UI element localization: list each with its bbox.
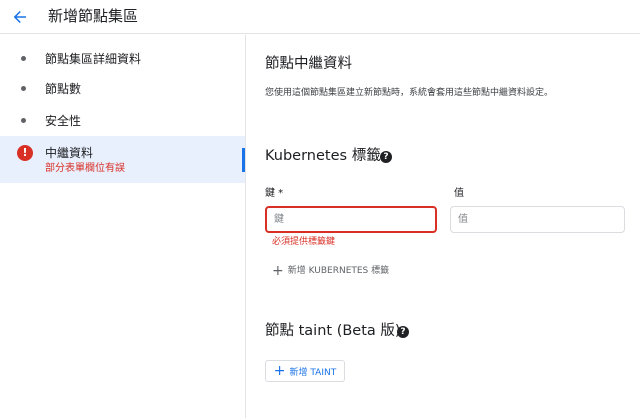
active-indicator: [242, 148, 245, 172]
plus-icon: +: [272, 263, 284, 279]
key-input[interactable]: [265, 206, 437, 233]
sidebar-error-text: 部分表單欄位有誤: [45, 163, 125, 174]
arrow-back-icon: [13, 11, 26, 23]
top-bar: 新增節點集區: [0, 0, 640, 34]
bullet-icon: [21, 86, 26, 91]
back-button[interactable]: [8, 5, 32, 29]
bullet-icon: [21, 118, 26, 123]
sidebar-item-label: 安全性: [45, 114, 82, 128]
add-taint-button[interactable]: + 新增 TAINT: [265, 360, 345, 382]
help-icon[interactable]: ?: [397, 326, 409, 338]
node-taint-title: 節點 taint (Beta 版): [265, 323, 401, 339]
metadata-title: 節點中繼資料: [265, 56, 352, 72]
error-icon: !: [17, 145, 33, 161]
metadata-description: 您使用這個節點集區建立新節點時，系統會套用這些節點中繼資料設定。: [265, 88, 554, 98]
kubernetes-labels-title: Kubernetes 標籤: [265, 148, 381, 164]
bullet-icon: [21, 56, 26, 61]
plus-icon: +: [273, 363, 286, 379]
sidebar-item-metadata[interactable]: ! 中繼資料 部分表單欄位有誤: [0, 136, 245, 183]
key-error-text: 必須提供標籤鍵: [272, 237, 336, 247]
sidebar-item-label: 節點數: [45, 82, 82, 96]
help-icon[interactable]: ?: [380, 151, 392, 163]
add-kubernetes-label-button[interactable]: + 新增 KUBERNETES 標籤: [272, 263, 390, 279]
sidebar-item-security[interactable]: 安全性: [0, 109, 245, 133]
sidebar: 節點集區詳細資料 節點數 安全性 ! 中繼資料 部分表單欄位有誤: [0, 35, 246, 418]
sidebar-item-node-pool-details[interactable]: 節點集區詳細資料: [0, 47, 245, 71]
add-label-button-text: 新增 KUBERNETES 標籤: [287, 266, 390, 276]
page-title: 新增節點集區: [48, 7, 139, 25]
sidebar-item-label: 節點集區詳細資料: [45, 52, 142, 66]
main-content: 節點中繼資料 您使用這個節點集區建立新節點時，系統會套用這些節點中繼資料設定。 …: [247, 35, 640, 418]
key-label: 鍵 *: [265, 188, 284, 199]
add-taint-button-text: 新增 TAINT: [289, 367, 337, 378]
sidebar-item-node-count[interactable]: 節點數: [0, 77, 245, 101]
value-label: 值: [454, 188, 464, 199]
sidebar-item-label: 中繼資料: [45, 146, 94, 160]
value-input[interactable]: [450, 206, 625, 233]
